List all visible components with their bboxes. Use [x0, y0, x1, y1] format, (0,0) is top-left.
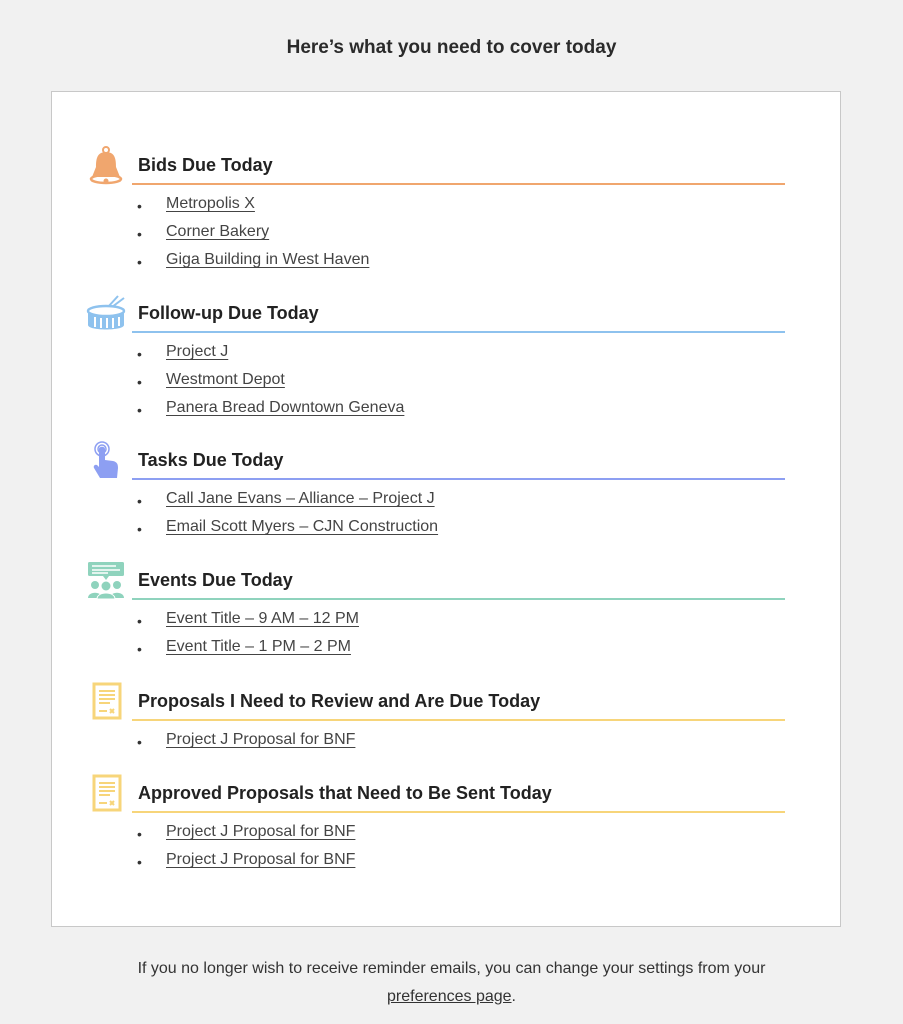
section-divider: [132, 598, 785, 600]
section-title: Events Due Today: [138, 570, 293, 590]
section-title: Proposals I Need to Review and Are Due T…: [138, 691, 541, 711]
section-bids: Bids Due Today • Metropolis X • Corner Bak…: [52, 145, 840, 270]
section-approved-proposals: Approved Proposals that Need to Be Sent …: [52, 773, 840, 870]
bid-link[interactable]: Metropolis X: [166, 195, 255, 213]
drum-icon: [86, 295, 126, 330]
preferences-link[interactable]: preferences page: [387, 988, 512, 1005]
section-title: Tasks Due Today: [138, 450, 284, 470]
bullet: •: [137, 254, 142, 270]
list-item: • Call Jane Evans – Alliance – Project J: [52, 490, 840, 518]
section-title: Follow-up Due Today: [138, 303, 319, 323]
bid-link[interactable]: Corner Bakery: [166, 223, 269, 241]
bullet: •: [137, 493, 142, 509]
bullet: •: [137, 226, 142, 242]
footer-text: If you no longer wish to receive reminde…: [137, 960, 766, 977]
list-item: • Email Scott Myers – CJN Construction: [52, 518, 840, 546]
proposal-link[interactable]: Project J Proposal for BNF: [166, 823, 355, 841]
bullet: •: [137, 613, 142, 629]
section-divider: [132, 331, 785, 333]
list-item: • Event Title – 1 PM – 2 PM: [52, 638, 840, 666]
section-title: Bids Due Today: [138, 155, 273, 175]
event-link[interactable]: Event Title – 1 PM – 2 PM: [166, 638, 351, 656]
section-events: Events Due Today • Event Title – 9 AM – 1…: [52, 560, 840, 657]
bullet: •: [137, 521, 142, 537]
list-item: • Project J: [52, 343, 840, 371]
section-divider: [132, 811, 785, 813]
follow-up-link[interactable]: Panera Bread Downtown Geneva: [166, 399, 404, 417]
list-item: • Project J Proposal for BNF: [52, 851, 840, 879]
bid-link[interactable]: Giga Building in West Haven: [166, 251, 369, 269]
list-item: • Metropolis X: [52, 195, 840, 223]
bullet: •: [137, 346, 142, 362]
tap-hand-icon: [93, 441, 118, 478]
section-divider: [132, 183, 785, 185]
document-icon: [92, 774, 122, 812]
list-item: • Project J Proposal for BNF: [52, 731, 840, 759]
list-item: • Panera Bread Downtown Geneva: [52, 399, 840, 427]
section-divider: [132, 719, 785, 721]
section-divider: [132, 478, 785, 480]
bullet: •: [137, 374, 142, 390]
proposal-link[interactable]: Project J Proposal for BNF: [166, 851, 355, 869]
follow-up-link[interactable]: Westmont Depot: [166, 371, 285, 389]
bullet: •: [137, 198, 142, 214]
section-follow-up: Follow-up Due Today • Project J • Westmont…: [52, 293, 840, 418]
list-item: • Project J Proposal for BNF: [52, 823, 840, 851]
reminder-card: Bids Due Today • Metropolis X • Corner Bak…: [51, 91, 841, 927]
proposal-link[interactable]: Project J Proposal for BNF: [166, 731, 355, 749]
footer-suffix: .: [511, 988, 516, 1005]
list-item: • Event Title – 9 AM – 12 PM: [52, 610, 840, 638]
event-link[interactable]: Event Title – 9 AM – 12 PM: [166, 610, 359, 628]
task-link[interactable]: Email Scott Myers – CJN Construction: [166, 518, 438, 536]
bullet: •: [137, 641, 142, 657]
list-item: • Westmont Depot: [52, 371, 840, 399]
section-tasks: Tasks Due Today • Call Jane Evans – Allia…: [52, 440, 840, 537]
bullet: •: [137, 826, 142, 842]
footer-note: If you no longer wish to receive reminde…: [0, 955, 903, 1011]
meeting-icon: [88, 562, 124, 600]
bullet: •: [137, 402, 142, 418]
bell-icon: [89, 146, 123, 185]
list-item: • Corner Bakery: [52, 223, 840, 251]
page-title: Here’s what you need to cover today: [286, 37, 617, 58]
section-title: Approved Proposals that Need to Be Sent …: [138, 783, 552, 803]
section-proposals-review: Proposals I Need to Review and Are Due T…: [52, 681, 840, 750]
document-icon: [92, 682, 122, 720]
list-item: • Giga Building in West Haven: [52, 251, 840, 279]
bullet: •: [137, 854, 142, 870]
bullet: •: [137, 734, 142, 750]
follow-up-link[interactable]: Project J: [166, 343, 228, 361]
task-link[interactable]: Call Jane Evans – Alliance – Project J: [166, 490, 435, 508]
